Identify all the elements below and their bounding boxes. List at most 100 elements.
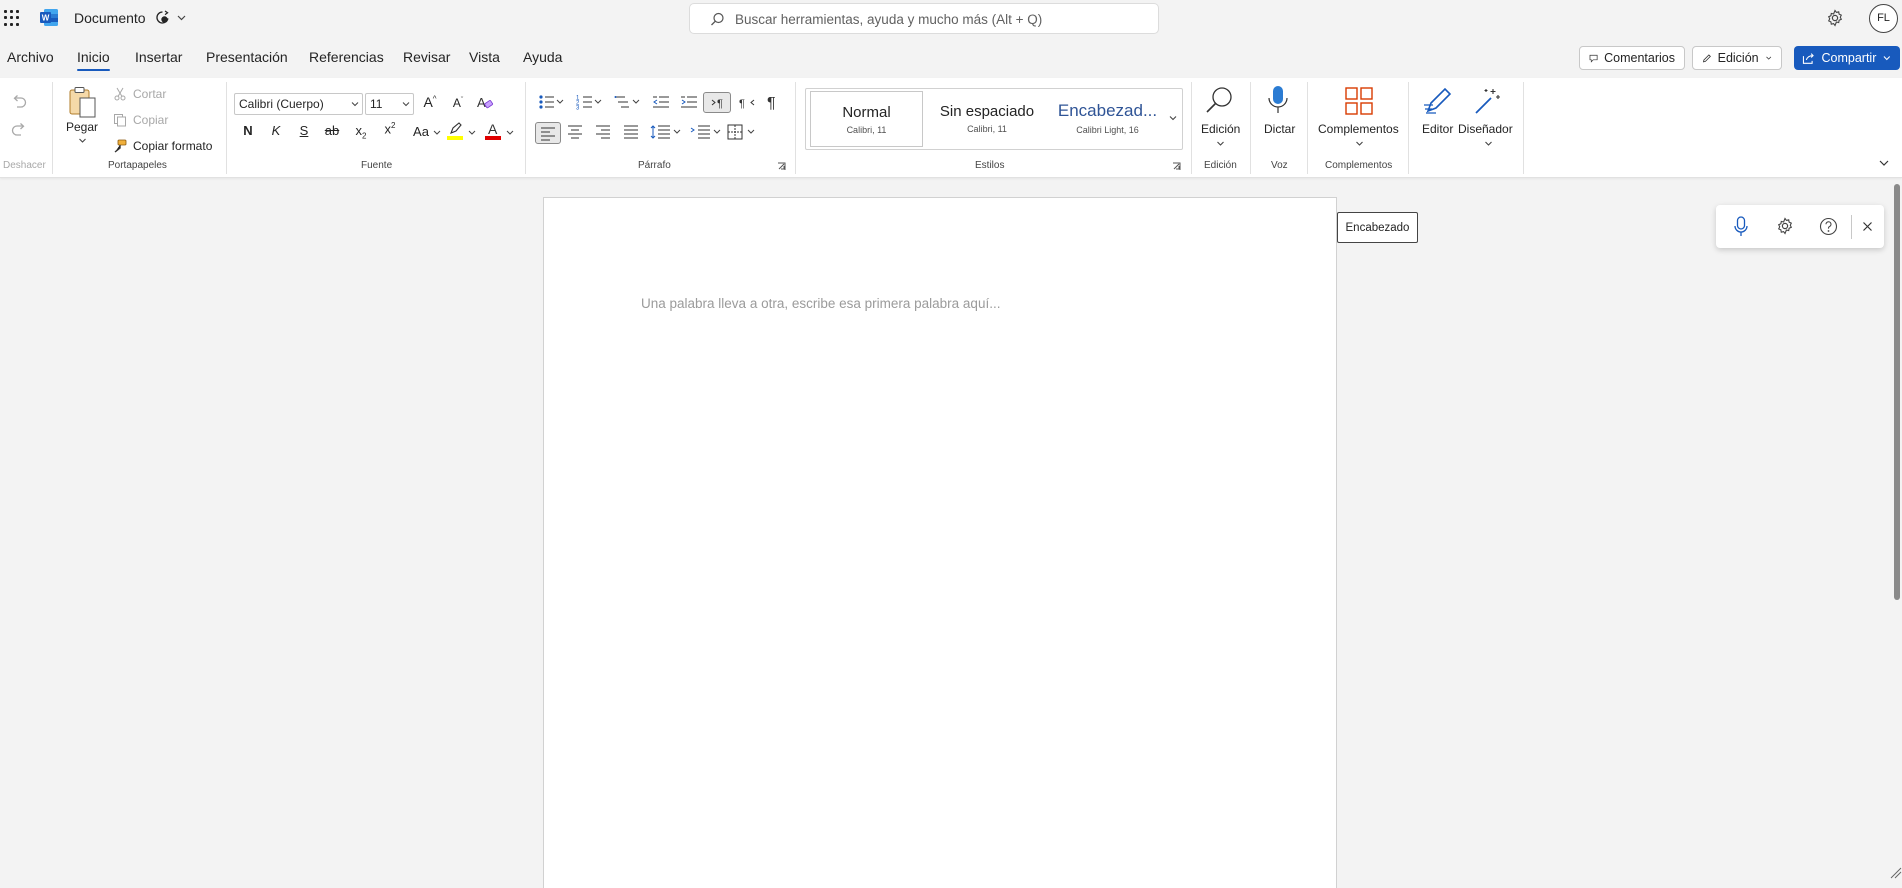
svg-text:¶: ¶ [767, 95, 776, 111]
undo-icon[interactable] [10, 94, 28, 110]
align-left-button[interactable] [535, 122, 561, 144]
pencil-icon [1702, 53, 1711, 62]
tab-referencias[interactable]: Referencias [309, 49, 384, 65]
paragraph-spacing-icon[interactable] [690, 124, 722, 140]
italic-button[interactable]: K [266, 123, 286, 138]
tab-ayuda[interactable]: Ayuda [523, 49, 562, 65]
align-center-icon[interactable] [566, 124, 584, 140]
font-name-dropdown[interactable]: Calibri (Cuerpo) [234, 93, 363, 115]
search-placeholder: Buscar herramientas, ayuda y mucho más (… [735, 12, 1043, 27]
document-name[interactable]: Documento [74, 10, 146, 26]
dialog-launcher-icon[interactable] [777, 162, 786, 171]
designer-label[interactable]: Diseñador [1458, 122, 1513, 136]
format-painter-label[interactable]: Copiar formato [133, 139, 212, 153]
toolbar-divider [1851, 215, 1852, 239]
ltr-paragraph-icon: ¶ [711, 98, 723, 110]
style-normal[interactable]: Normal Calibri, 11 [810, 91, 923, 147]
tab-archivo[interactable]: Archivo [7, 49, 54, 65]
line-spacing-icon[interactable] [650, 124, 682, 140]
style-heading[interactable]: Encabezad... Calibri Light, 16 [1050, 91, 1165, 147]
shrink-font-button[interactable]: Aˇ [448, 96, 468, 110]
font-size-dropdown[interactable]: 11 [365, 93, 414, 115]
rtl-paragraph-icon[interactable]: ¶ [738, 94, 756, 110]
style-heading-name: Encabezad... [1057, 101, 1158, 120]
copy-label[interactable]: Copiar [133, 113, 168, 127]
app-launcher-icon[interactable] [4, 10, 20, 26]
collapse-ribbon-chevron-icon[interactable] [1878, 158, 1890, 168]
title-bar: W Documento Buscar herramientas, ayuda y… [0, 0, 1902, 36]
tab-inicio[interactable]: Inicio [77, 49, 110, 71]
chevron-down-icon[interactable] [176, 12, 187, 23]
close-icon[interactable] [1862, 221, 1873, 232]
chevron-down-icon[interactable] [433, 130, 441, 136]
align-right-icon[interactable] [594, 124, 612, 140]
grow-font-button[interactable]: A^ [420, 94, 440, 110]
ltr-direction-button[interactable]: ¶ [703, 92, 731, 113]
redo-icon[interactable] [10, 122, 28, 138]
bullets-icon[interactable] [538, 94, 564, 110]
document-placeholder-text[interactable]: Una palabra lleva a otra, escribe esa pr… [641, 296, 1000, 311]
user-avatar[interactable]: FL [1869, 4, 1898, 33]
vertical-scrollbar-thumb[interactable] [1894, 184, 1900, 600]
subscript-button[interactable]: x2 [351, 123, 371, 141]
clear-formatting-icon[interactable]: A [476, 94, 494, 110]
styles-gallery: Normal Calibri, 11 Sin espaciado Calibri… [805, 88, 1183, 150]
dictation-settings-gear-icon[interactable] [1776, 217, 1794, 235]
document-page[interactable]: Una palabra lleva a otra, escribe esa pr… [543, 197, 1337, 888]
settings-gear-icon[interactable] [1826, 9, 1844, 27]
tab-presentacion[interactable]: Presentación [206, 49, 288, 65]
font-color-icon[interactable]: A [484, 121, 502, 141]
comments-button[interactable]: Comentarios [1579, 46, 1685, 70]
decrease-indent-icon[interactable] [652, 94, 670, 110]
chevron-down-icon[interactable] [468, 130, 476, 136]
borders-icon[interactable] [726, 123, 758, 141]
grow-font-label: A [423, 94, 433, 110]
chevron-down-icon[interactable] [1355, 140, 1364, 148]
highlighter-icon[interactable] [446, 121, 464, 141]
numbering-icon[interactable]: 123 [576, 94, 602, 110]
share-button[interactable]: Compartir [1794, 46, 1900, 70]
style-tooltip: Encabezado [1337, 212, 1418, 243]
editor-pen-icon[interactable] [1422, 85, 1454, 117]
show-formatting-marks-icon[interactable]: ¶ [766, 93, 780, 111]
cut-label[interactable]: Cortar [133, 87, 166, 101]
style-no-spacing[interactable]: Sin espaciado Calibri, 11 [928, 91, 1046, 147]
resize-corner-icon[interactable] [1889, 858, 1902, 880]
justify-icon[interactable] [622, 124, 640, 140]
editing-label[interactable]: Edición [1201, 122, 1240, 136]
chevron-down-icon[interactable] [1168, 113, 1178, 123]
multilevel-list-icon[interactable] [614, 94, 640, 110]
paragraph-group-label: Párrafo [638, 160, 671, 171]
undo-group-label: Deshacer [3, 160, 46, 171]
paste-icon[interactable] [67, 86, 99, 120]
tab-revisar[interactable]: Revisar [403, 49, 450, 65]
chevron-down-icon[interactable] [506, 130, 514, 136]
dialog-launcher-icon[interactable] [1172, 162, 1181, 171]
addins-label[interactable]: Complementos [1318, 122, 1399, 136]
increase-indent-icon[interactable] [680, 94, 698, 110]
addins-icon[interactable] [1344, 86, 1374, 116]
help-icon[interactable] [1819, 217, 1838, 236]
chevron-down-icon[interactable] [1216, 140, 1225, 148]
find-magnifier-icon[interactable] [1205, 86, 1235, 116]
chevron-down-icon[interactable] [1484, 140, 1493, 148]
change-case-button[interactable]: Aa [409, 124, 433, 139]
chevron-down-icon[interactable] [78, 137, 87, 145]
editing-mode-label: Edición [1717, 51, 1759, 65]
editor-label[interactable]: Editor [1422, 122, 1453, 136]
strikethrough-button[interactable]: ab [322, 123, 342, 138]
bold-button[interactable]: N [238, 123, 258, 138]
dictate-microphone-icon[interactable] [1267, 84, 1289, 116]
tab-vista[interactable]: Vista [469, 49, 500, 65]
microphone-icon[interactable] [1734, 216, 1748, 237]
tab-insertar[interactable]: Insertar [135, 49, 182, 65]
editing-mode-button[interactable]: Edición [1692, 46, 1782, 70]
group-divider [1307, 82, 1308, 174]
dictate-label[interactable]: Dictar [1264, 122, 1295, 136]
paste-label[interactable]: Pegar [66, 120, 98, 134]
designer-wand-icon[interactable] [1471, 85, 1503, 117]
underline-button[interactable]: S [294, 123, 314, 138]
search-box[interactable]: Buscar herramientas, ayuda y mucho más (… [689, 3, 1159, 34]
group-divider [1408, 82, 1409, 174]
superscript-button[interactable]: x2 [380, 121, 400, 136]
